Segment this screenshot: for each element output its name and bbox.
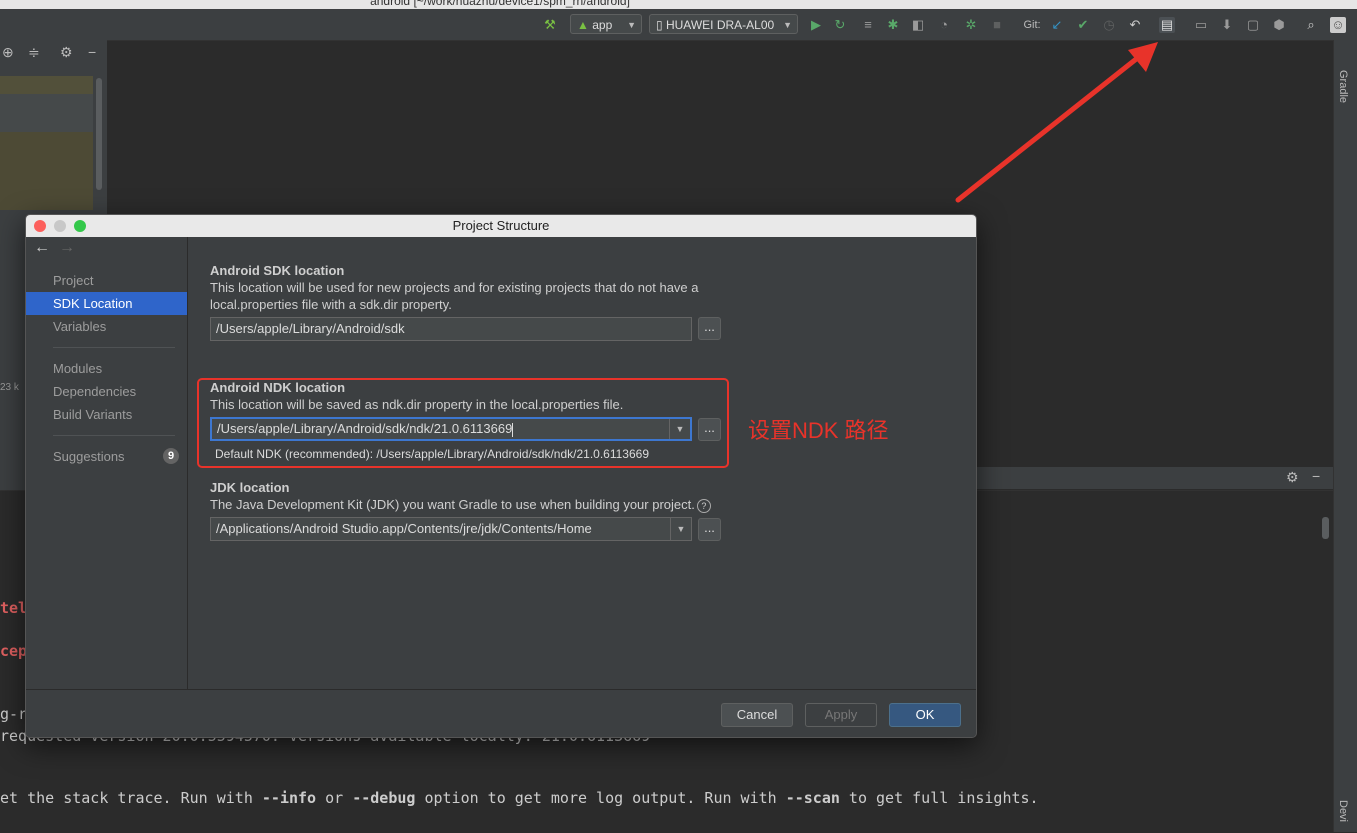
- window-title: android [~/work/huazhu/device1/spm_rn/an…: [370, 0, 630, 8]
- jdk-description: The Java Development Kit (JDK) you want …: [210, 496, 711, 513]
- annotation-label: 设置NDK 路径: [748, 418, 889, 443]
- phone-icon: ▯: [656, 18, 663, 32]
- minimize-icon[interactable]: −: [88, 44, 96, 60]
- apply-code-changes-icon[interactable]: ≡: [860, 17, 876, 33]
- sidebar-divider: [53, 435, 175, 436]
- ok-button[interactable]: OK: [889, 703, 961, 727]
- project-panel-toolbar: ⊕ ≑ ⚙ −: [0, 40, 107, 66]
- annotation-arrow: [955, 42, 1158, 203]
- right-tool-strip: Gradle Devi: [1333, 40, 1357, 832]
- debug-icon[interactable]: ✱: [885, 17, 901, 33]
- run-panel-header: ⚙ −: [975, 467, 1333, 489]
- cancel-button[interactable]: Cancel: [721, 703, 793, 727]
- git-revert-icon[interactable]: ↶: [1127, 17, 1143, 33]
- search-icon[interactable]: ⌕: [1303, 17, 1319, 33]
- git-commit-icon[interactable]: ✔: [1075, 17, 1091, 33]
- run-config-label: app: [592, 18, 613, 32]
- locate-icon[interactable]: ⊕: [2, 44, 14, 61]
- jdk-browse-button[interactable]: ...: [698, 518, 721, 541]
- hammer-build-icon[interactable]: ⚒: [542, 17, 558, 33]
- sidebar-item-variables[interactable]: Variables: [26, 315, 187, 338]
- collapse-icon[interactable]: ≑: [28, 44, 40, 61]
- minimize-icon[interactable]: −: [1312, 468, 1320, 484]
- device-label: HUAWEI DRA-AL00: [665, 18, 775, 32]
- sidebar-item-modules[interactable]: Modules: [26, 357, 187, 380]
- sidebar-divider: [53, 347, 175, 348]
- sdk-description-line1: This location will be used for new proje…: [210, 280, 699, 295]
- android-icon: ▲: [577, 18, 589, 32]
- tree-row-highlight[interactable]: [0, 132, 93, 210]
- help-icon[interactable]: ?: [696, 499, 711, 513]
- device-tab[interactable]: Devi: [1337, 800, 1349, 822]
- project-structure-dialog: Project Structure ← → Project SDK Locati…: [25, 214, 977, 738]
- device-file-icon[interactable]: ▢: [1245, 17, 1261, 33]
- main-toolbar: ⚒ ▲ app ▼ ▯ HUAWEI DRA-AL00 ▼ ▶ ↻ ≡ ✱ ◧ …: [0, 9, 1357, 41]
- gradle-tab[interactable]: Gradle: [1337, 70, 1349, 103]
- scrollbar[interactable]: [96, 78, 102, 190]
- annotation-arrow-shaft: [955, 53, 1143, 203]
- sdk-section-title: Android SDK location: [210, 263, 345, 278]
- stop-icon[interactable]: ■: [989, 17, 1005, 33]
- dialog-footer: Cancel Apply OK: [26, 689, 976, 737]
- device-select[interactable]: ▯ HUAWEI DRA-AL00 ▼: [649, 14, 798, 34]
- jdk-path-value: /Applications/Android Studio.app/Content…: [216, 521, 592, 536]
- sidebar-item-sdk-location[interactable]: SDK Location: [26, 292, 187, 315]
- sdk-browse-button[interactable]: ...: [698, 317, 721, 340]
- sidebar-item-suggestions[interactable]: Suggestions 9: [26, 445, 187, 468]
- apply-changes-icon[interactable]: ↻: [832, 17, 848, 33]
- dialog-title: Project Structure: [452, 218, 550, 233]
- chevron-down-icon: ▼: [783, 20, 792, 30]
- profile-icon[interactable]: ◔: [936, 17, 952, 33]
- sdk-path-field[interactable]: /Users/apple/Library/Android/sdk: [210, 317, 692, 341]
- avd-manager-icon[interactable]: ▭: [1193, 17, 1209, 33]
- tree-row-highlight[interactable]: [0, 76, 93, 94]
- gear-icon[interactable]: ⚙: [60, 44, 73, 61]
- attach-debugger-icon[interactable]: ◧: [910, 17, 926, 33]
- annotation-highlight-box: [197, 378, 729, 468]
- run-icon[interactable]: ▶: [808, 17, 824, 33]
- sidebar-item-label: Suggestions: [53, 449, 125, 464]
- console-scrollbar[interactable]: [1322, 517, 1329, 539]
- file-size-text: 23 k: [0, 382, 19, 393]
- suggestions-count-badge: 9: [163, 448, 179, 464]
- console-line: et the stack trace. Run with --info or -…: [0, 789, 1039, 807]
- sidebar-item-dependencies[interactable]: Dependencies: [26, 380, 187, 403]
- back-arrow-icon[interactable]: ←: [34, 239, 50, 257]
- apply-button[interactable]: Apply: [805, 703, 877, 727]
- sdk-manager-icon[interactable]: ⬇: [1219, 17, 1235, 33]
- attach-icon[interactable]: ✲: [963, 17, 979, 33]
- annotation-arrow-head: [1128, 42, 1158, 72]
- avatar-icon[interactable]: ☺: [1330, 17, 1346, 33]
- dialog-sidebar: ← → Project SDK Location Variables Modul…: [26, 237, 188, 689]
- chevron-down-icon: ▼: [627, 20, 636, 30]
- sidebar-item-project[interactable]: Project: [26, 269, 187, 292]
- git-update-icon[interactable]: ↙: [1049, 17, 1065, 33]
- chevron-down-icon[interactable]: ▼: [670, 518, 691, 540]
- run-config-select[interactable]: ▲ app ▼: [570, 14, 642, 34]
- tree-row[interactable]: [0, 94, 93, 132]
- forward-arrow-icon[interactable]: →: [59, 239, 75, 257]
- git-history-icon[interactable]: ◷: [1101, 17, 1117, 33]
- dialog-titlebar: Project Structure: [26, 215, 976, 238]
- jdk-section-title: JDK location: [210, 480, 290, 495]
- git-label: Git:: [1023, 19, 1041, 31]
- layout-inspector-icon[interactable]: ⬢: [1271, 17, 1287, 33]
- sidebar-item-build-variants[interactable]: Build Variants: [26, 403, 187, 426]
- sdk-description-line2: local.properties file with a sdk.dir pro…: [210, 297, 452, 312]
- jdk-description-text: The Java Development Kit (JDK) you want …: [210, 497, 695, 512]
- window-title-bar: android [~/work/huazhu/device1/spm_rn/an…: [0, 0, 1357, 9]
- gear-icon[interactable]: ⚙: [1286, 469, 1299, 486]
- project-structure-icon[interactable]: ▤: [1159, 17, 1175, 33]
- jdk-path-combobox[interactable]: /Applications/Android Studio.app/Content…: [210, 517, 692, 541]
